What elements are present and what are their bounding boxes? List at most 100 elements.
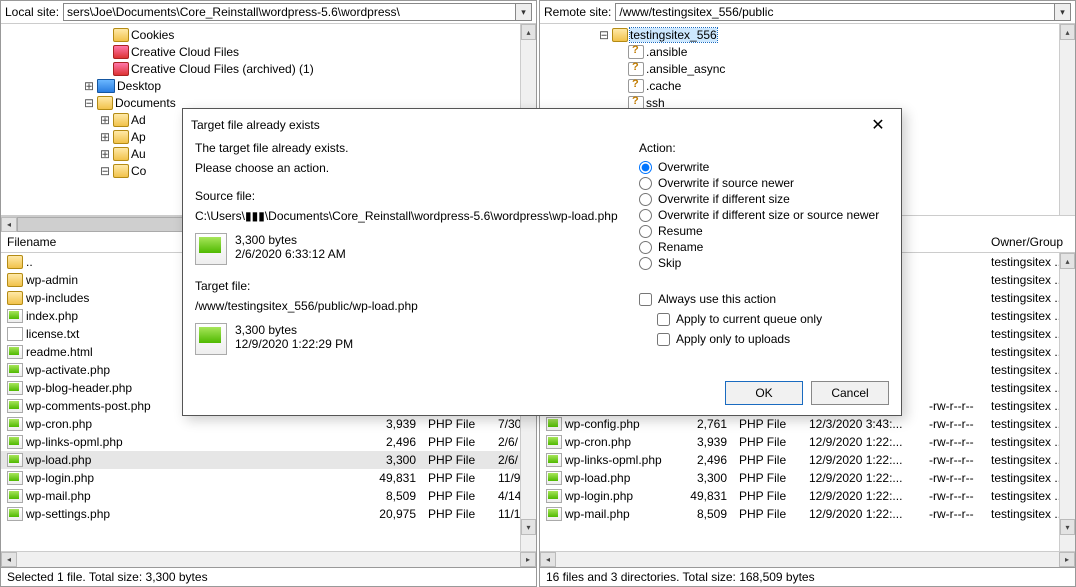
check-queue[interactable]: Apply to current queue only — [639, 311, 889, 327]
php-icon — [7, 345, 23, 359]
local-path-input[interactable] — [63, 3, 516, 21]
tree-label: Creative Cloud Files — [131, 45, 239, 59]
php-icon — [546, 435, 562, 449]
dropdown-icon[interactable]: ▾ — [516, 3, 532, 21]
file-size: 3,939 — [673, 435, 733, 449]
tree-label: .ansible — [646, 45, 687, 59]
tree-label: .cache — [646, 79, 681, 93]
action-radio[interactable]: Overwrite — [639, 159, 889, 175]
tree-item[interactable]: Creative Cloud Files — [1, 43, 536, 60]
folder-icon — [113, 45, 129, 59]
hscroll[interactable]: ◂ ▸ — [1, 551, 536, 567]
file-name: wp-comments-post.php — [26, 399, 151, 413]
source-info: 3,300 bytes 2/6/2020 6:33:12 AM — [195, 233, 619, 265]
file-size: 49,831 — [673, 489, 733, 503]
target-size: 3,300 bytes — [235, 323, 353, 337]
dropdown-icon[interactable]: ▾ — [1055, 3, 1071, 21]
list-item[interactable]: wp-load.php3,300PHP File2/6/ — [1, 451, 536, 469]
tree-item[interactable]: .cache — [540, 77, 1075, 94]
check-upload[interactable]: Apply only to uploads — [639, 331, 889, 347]
list-item[interactable]: wp-mail.php8,509PHP File12/9/2020 1:22:.… — [540, 505, 1075, 523]
target-date: 12/9/2020 1:22:29 PM — [235, 337, 353, 351]
expand-icon[interactable]: ⊟ — [97, 164, 113, 178]
source-label: Source file: — [195, 189, 619, 203]
file-size: 3,300 — [673, 471, 733, 485]
scroll-down-icon[interactable]: ▾ — [521, 519, 536, 535]
folder-icon — [113, 164, 129, 178]
radio-label: Overwrite — [658, 160, 709, 174]
hscroll[interactable]: ◂ ▸ — [540, 551, 1075, 567]
tree-label: Documents — [115, 96, 176, 110]
expand-icon[interactable]: ⊞ — [97, 147, 113, 161]
tree-item[interactable]: .ansible — [540, 43, 1075, 60]
expand-icon[interactable]: ⊟ — [596, 28, 612, 42]
file-perm: -rw-r--r-- — [923, 399, 985, 413]
folder-icon — [628, 79, 644, 93]
action-radio[interactable]: Overwrite if different size — [639, 191, 889, 207]
tree-item[interactable]: Creative Cloud Files (archived) (1) — [1, 60, 536, 77]
scroll-right-icon[interactable]: ▸ — [520, 552, 536, 567]
list-item[interactable]: wp-settings.php20,975PHP File11/1 — [1, 505, 536, 523]
action-radio[interactable]: Rename — [639, 239, 889, 255]
tree-item[interactable]: ⊞Desktop — [1, 77, 536, 94]
list-item[interactable]: wp-cron.php3,939PHP File12/9/2020 1:22:.… — [540, 433, 1075, 451]
list-item[interactable]: wp-mail.php8,509PHP File4/14 — [1, 487, 536, 505]
list-item[interactable]: wp-login.php49,831PHP File11/9 — [1, 469, 536, 487]
scrollbar[interactable]: ▴ — [1059, 24, 1075, 215]
list-item[interactable]: wp-login.php49,831PHP File12/9/2020 1:22… — [540, 487, 1075, 505]
file-type: PHP File — [422, 453, 492, 467]
action-radio[interactable]: Overwrite if source newer — [639, 175, 889, 191]
list-item[interactable]: wp-links-opml.php2,496PHP File2/6/ — [1, 433, 536, 451]
tree-item[interactable]: ⊟testingsitex_556 — [540, 26, 1075, 43]
list-item[interactable]: wp-links-opml.php2,496PHP File12/9/2020 … — [540, 451, 1075, 469]
php-icon — [7, 417, 23, 431]
scroll-up-icon[interactable]: ▴ — [521, 24, 536, 40]
scroll-right-icon[interactable]: ▸ — [1059, 552, 1075, 567]
remote-path-input[interactable] — [615, 3, 1055, 21]
scroll-left-icon[interactable]: ◂ — [540, 552, 556, 567]
radio-label: Resume — [658, 224, 703, 238]
col-owner[interactable]: Owner/Group — [985, 232, 1075, 252]
php-icon — [7, 309, 23, 323]
action-label: Action: — [639, 141, 889, 155]
tree-item[interactable]: .ansible_async — [540, 60, 1075, 77]
scroll-left-icon[interactable]: ◂ — [1, 217, 17, 232]
action-radio[interactable]: Skip — [639, 255, 889, 271]
tree-label: Ad — [131, 113, 146, 127]
check-always[interactable]: Always use this action — [639, 291, 889, 307]
scroll-down-icon[interactable]: ▾ — [1060, 519, 1075, 535]
scrollbar[interactable]: ▴ ▾ — [1059, 253, 1075, 551]
scroll-up-icon[interactable]: ▴ — [1060, 24, 1075, 40]
cancel-button[interactable]: Cancel — [811, 381, 889, 405]
close-icon[interactable]: ✕ — [863, 115, 893, 135]
file-name: wp-load.php — [565, 471, 630, 485]
target-info: 3,300 bytes 12/9/2020 1:22:29 PM — [195, 323, 619, 355]
action-radio[interactable]: Overwrite if different size or source ne… — [639, 207, 889, 223]
list-item[interactable]: wp-cron.php3,939PHP File7/30/ — [1, 415, 536, 433]
file-size: 8,509 — [362, 489, 422, 503]
file-perm: -rw-r--r-- — [923, 471, 985, 485]
tree-item[interactable]: Cookies — [1, 26, 536, 43]
file-name: wp-mail.php — [565, 507, 630, 521]
action-radio[interactable]: Resume — [639, 223, 889, 239]
scroll-left-icon[interactable]: ◂ — [1, 552, 17, 567]
file-date: 12/3/2020 3:43:... — [803, 417, 923, 431]
local-status: Selected 1 file. Total size: 3,300 bytes — [1, 567, 536, 586]
php-icon — [7, 489, 23, 503]
list-item[interactable]: wp-config.php2,761PHP File12/3/2020 3:43… — [540, 415, 1075, 433]
file-date: 12/9/2020 1:22:... — [803, 471, 923, 485]
file-size: 2,496 — [673, 453, 733, 467]
expand-icon[interactable]: ⊞ — [81, 79, 97, 93]
file-date: 12/9/2020 1:22:... — [803, 453, 923, 467]
php-icon — [7, 453, 23, 467]
expand-icon[interactable]: ⊟ — [81, 96, 97, 110]
file-type: PHP File — [422, 489, 492, 503]
file-icon — [195, 323, 227, 355]
expand-icon[interactable]: ⊞ — [97, 130, 113, 144]
ok-button[interactable]: OK — [725, 381, 803, 405]
file-size: 2,761 — [673, 417, 733, 431]
scroll-up-icon[interactable]: ▴ — [1060, 253, 1075, 269]
expand-icon[interactable]: ⊞ — [97, 113, 113, 127]
list-item[interactable]: wp-load.php3,300PHP File12/9/2020 1:22:.… — [540, 469, 1075, 487]
target-label: Target file: — [195, 279, 619, 293]
